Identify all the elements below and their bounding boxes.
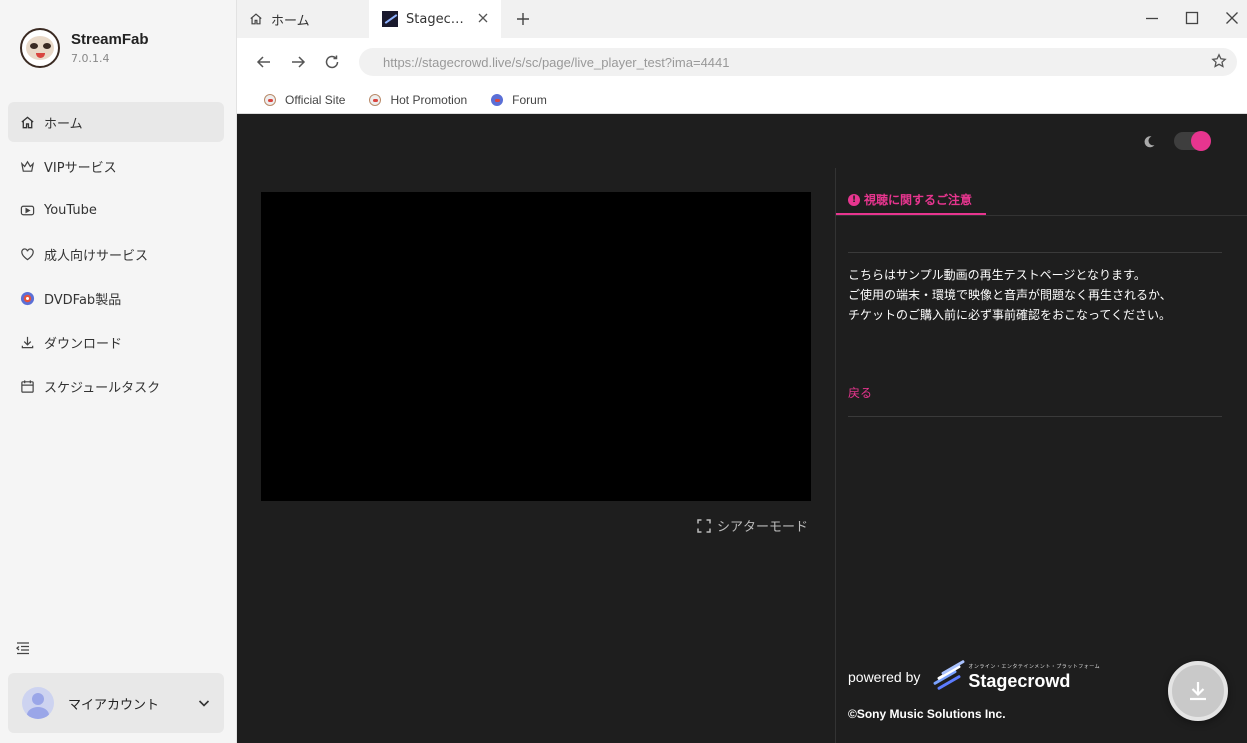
panel-tab-label: 視聴に関するご注意 [864,193,973,207]
calendar-icon [19,378,35,394]
reload-icon[interactable] [323,53,341,71]
bookmark-label: Forum [512,93,547,107]
maximize-icon[interactable] [1184,10,1200,26]
close-window-icon[interactable] [1224,10,1240,26]
notice-panel: ! 視聴に関するご注意 こちらはサンプル動画の再生テストページとなります。 ご使… [835,168,1247,743]
minimize-icon[interactable] [1144,10,1160,26]
stagecrowd-mark-icon [930,659,966,692]
chevron-down-icon[interactable] [196,695,212,711]
url-bar[interactable]: https://stagecrowd.live/s/sc/page/live_p… [359,48,1237,76]
notice-line: ご使用の端末・環境で映像と音声が問題なく再生されるか、 [848,288,1172,302]
collapse-sidebar-icon[interactable] [15,640,31,656]
powered-by-label: powered by [848,669,921,685]
tab-label: Stagec… [406,11,464,27]
stagecrowd-favicon-icon [382,11,398,27]
bookmark-forum[interactable]: Forum [491,93,547,107]
notice-line: チケットのご購入前に必ず事前確認をおこなってください。 [848,308,1172,322]
sidebar-item-youtube[interactable]: YouTube [8,190,224,230]
browser-chrome: ホーム Stagec… https://stagecrowd.live/s/sc… [237,0,1247,114]
brand: StreamFab 7.0.1.4 [20,28,149,68]
sidebar-item-label: VIPサービス [44,160,117,176]
bookmark-official-site[interactable]: Official Site [264,93,345,107]
theater-mode-button[interactable]: シアターモード [697,516,808,535]
copyright: ©Sony Music Solutions Inc. [848,707,1006,721]
account-label: マイアカウント [68,697,160,713]
sidebar-nav: ホーム VIPサービス YouTube 成人向けサービス DVDFab製品 ダウ… [8,102,224,410]
back-link[interactable]: 戻る [848,384,872,401]
video-player[interactable] [261,192,811,501]
sidebar-item-vip[interactable]: VIPサービス [8,146,224,186]
streamfab-favicon-icon [264,94,276,106]
youtube-icon [19,202,35,218]
bookmarks-bar: Official Site Hot Promotion Forum [237,86,1247,114]
crown-icon [19,158,35,174]
close-tab-icon[interactable] [477,12,489,24]
forward-arrow-icon[interactable] [289,53,307,71]
dvdfab-icon [19,290,35,306]
home-icon [250,13,262,25]
tab-stagecrowd[interactable]: Stagec… [369,0,501,38]
dvdfab-icon [491,94,504,106]
url-text: https://stagecrowd.live/s/sc/page/live_p… [383,54,730,70]
sidebar-item-label: ホーム [44,116,83,132]
back-arrow-icon[interactable] [255,53,273,71]
account-menu[interactable]: マイアカウント [8,673,224,733]
app-name: StreamFab [71,31,149,48]
bookmark-label: Hot Promotion [390,93,468,107]
web-page: シアターモード ! 視聴に関するご注意 こちらはサンプル動画の再生テストページと… [237,114,1247,743]
download-button[interactable] [1168,661,1228,721]
sidebar-item-label: YouTube [44,202,97,218]
stagecrowd-name: Stagecrowd [968,670,1071,691]
tab-label: ホーム [271,13,310,29]
sidebar-item-schedule[interactable]: スケジュールタスク [8,366,224,406]
app-version: 7.0.1.4 [71,52,110,65]
expand-icon [697,518,711,533]
sidebar-item-home[interactable]: ホーム [8,102,224,142]
stagecrowd-logo[interactable]: オンライン・エンタテインメント・プラットフォーム Stagecrowd [930,659,1101,692]
sidebar-item-label: スケジュールタスク [44,380,161,396]
download-icon [1190,682,1206,701]
sidebar-item-label: DVDFab製品 [44,292,122,308]
new-tab-icon[interactable] [515,11,531,27]
bookmark-star-icon[interactable] [1211,53,1227,69]
bookmark-label: Official Site [285,93,346,107]
tab-home[interactable]: ホーム [237,0,369,38]
sidebar-item-adult[interactable]: 成人向けサービス [8,234,224,274]
sidebar-item-dvdfab[interactable]: DVDFab製品 [8,278,224,318]
browser-toolbar: https://stagecrowd.live/s/sc/page/live_p… [237,38,1247,86]
sidebar-item-label: ダウンロード [44,336,123,352]
stagecrowd-tagline: オンライン・エンタテインメント・プラットフォーム [968,663,1101,670]
bookmark-hot-promotion[interactable]: Hot Promotion [369,93,467,107]
streamfab-favicon-icon [369,94,382,106]
home-icon [19,114,35,130]
tab-viewing-notice[interactable]: ! 視聴に関するご注意 [836,186,986,216]
info-icon: ! [848,193,860,206]
heart-icon [19,246,35,262]
streamfab-logo-icon [20,28,60,68]
dark-mode-toggle[interactable] [1174,131,1211,151]
notice-line: こちらはサンプル動画の再生テストページとなります。 [848,268,1146,282]
sidebar-item-download[interactable]: ダウンロード [8,322,224,362]
theater-mode-label: シアターモード [717,520,809,535]
powered-by: powered by オンライン・エンタテインメント・プラットフォーム Stag… [848,659,1101,692]
avatar [22,687,54,719]
sidebar-item-label: 成人向けサービス [44,248,149,264]
notice-text: こちらはサンプル動画の再生テストページとなります。 ご使用の端末・環境で映像と音… [848,265,1228,325]
moon-icon [1144,136,1155,148]
download-icon [19,334,35,350]
sidebar: StreamFab 7.0.1.4 ホーム VIPサービス YouTube 成人… [0,0,237,743]
tab-strip: ホーム Stagec… [237,0,1247,38]
